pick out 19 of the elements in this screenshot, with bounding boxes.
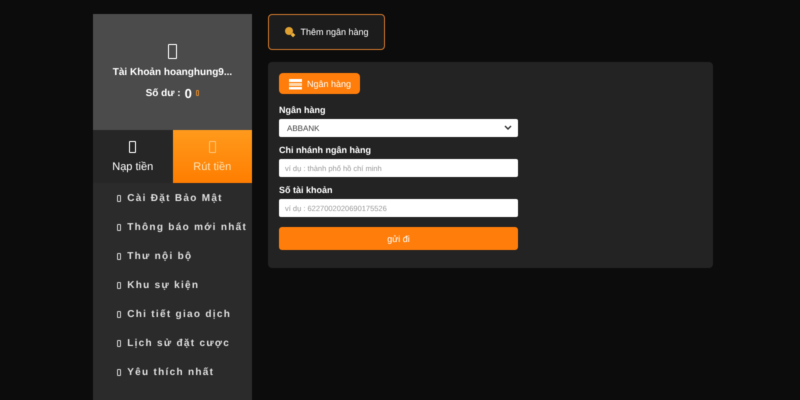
balance-value: 0: [184, 86, 192, 100]
add-bank-button[interactable]: Thêm ngân hàng: [268, 14, 385, 50]
account-name: Tài Khoản hoanghung9...: [112, 66, 232, 78]
menu-item[interactable]: Khu sự kiện: [117, 278, 252, 292]
menu-item[interactable]: Lịch sử đặt cược: [117, 336, 252, 350]
menu-item[interactable]: Chi tiết giao dịch: [117, 307, 252, 321]
bank-select[interactable]: ABBANK: [279, 119, 518, 137]
balance-label: Số dư :: [146, 88, 181, 98]
field-label: Ngân hàng: [279, 105, 326, 115]
chevron-down-icon: [504, 125, 512, 131]
field-label: Chi nhánh ngân hàng: [279, 145, 372, 155]
menu-item[interactable]: Cài Đặt Bảo Mật: [117, 191, 252, 205]
menu-item[interactable]: Thư nội bộ: [117, 249, 252, 263]
menu-item[interactable]: Thông báo mới nhất: [117, 220, 252, 234]
field-label: Số tài khoản: [279, 185, 334, 195]
tab[interactable]: Nạp tiền: [93, 130, 172, 183]
bank-card-icon: [288, 78, 304, 90]
add-icon: [284, 26, 296, 38]
menu-item[interactable]: Yêu thích nhất: [117, 365, 252, 379]
